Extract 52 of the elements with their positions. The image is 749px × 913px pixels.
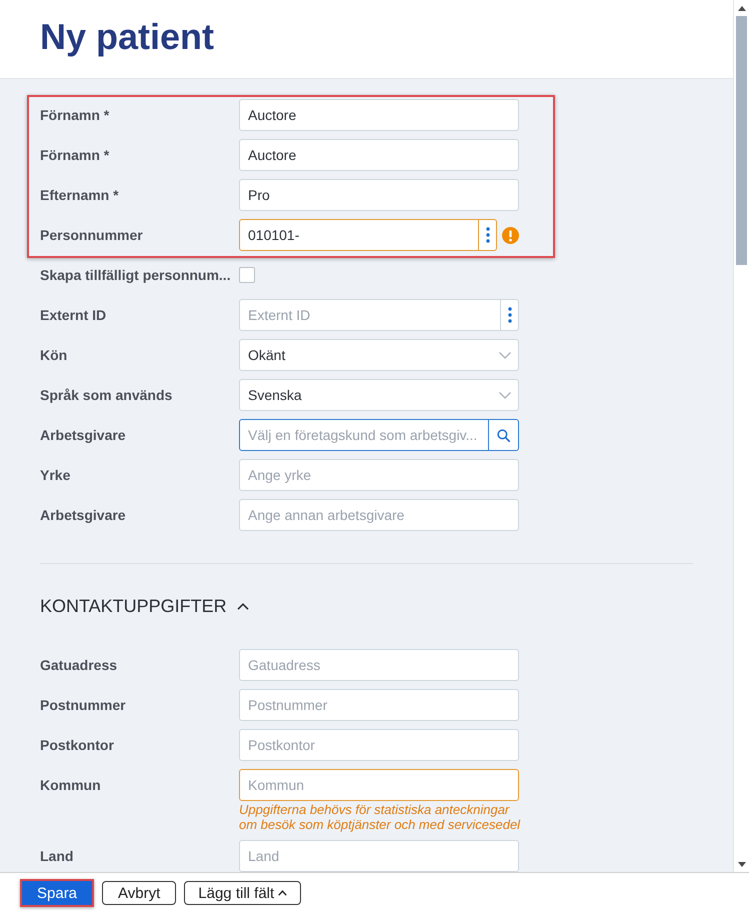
footer-button[interactable]: Lägg till fält <box>184 881 302 905</box>
text-field[interactable]: Land <box>239 840 519 872</box>
field-label: Postkontor <box>40 736 114 754</box>
text-field[interactable]: Ange annan arbetsgivare <box>239 499 519 531</box>
scroll-up-arrow-icon[interactable] <box>738 6 746 10</box>
section-heading: KONTAKTUPPGIFTER <box>40 595 227 618</box>
footer-button[interactable]: Spara <box>20 879 94 907</box>
field-label: Efternamn * <box>40 186 119 204</box>
kebab-icon <box>508 307 512 323</box>
search-button[interactable] <box>489 419 519 451</box>
text-field[interactable]: Pro <box>239 179 519 211</box>
kebab-icon <box>486 227 490 243</box>
chevron-down-icon <box>499 392 511 398</box>
footer-button[interactable]: Avbryt <box>102 881 176 905</box>
chevron-down-icon <box>499 352 511 358</box>
field-label: Postnummer <box>40 696 126 714</box>
text-field[interactable]: Postkontor <box>239 729 519 761</box>
search-field[interactable]: Välj en företagskund som arbetsgiv... <box>239 419 489 451</box>
text-field[interactable]: Gatuadress <box>239 649 519 681</box>
field-label: Kommun <box>40 776 101 794</box>
warning-icon <box>502 226 519 244</box>
text-field[interactable]: Auctore <box>239 99 519 131</box>
text-field[interactable]: Externt ID <box>239 299 501 331</box>
field-label: Förnamn * <box>40 146 110 164</box>
field-label: Språk som används <box>40 386 172 405</box>
text-field[interactable]: Kommun <box>239 769 519 801</box>
text-field[interactable]: Ange yrke <box>239 459 519 491</box>
hint-text: Uppgifterna behövs för statistiska anteckningar om besök som köptjänster och med servicesedel <box>239 802 522 832</box>
scrollbar-thumb[interactable] <box>736 16 747 265</box>
scroll-down-arrow-icon[interactable] <box>738 862 746 866</box>
field-label: Skapa tillfälligt personnum... <box>40 266 231 285</box>
more-options-button[interactable] <box>479 219 497 251</box>
dropdown[interactable]: Okänt <box>239 339 519 371</box>
checkbox[interactable] <box>239 267 255 283</box>
field-label: Kön <box>40 346 68 364</box>
field-label: Externt ID <box>40 306 106 324</box>
field-label: Yrke <box>40 466 70 484</box>
field-label: Personnummer <box>40 226 143 244</box>
dropdown[interactable]: Svenska <box>239 379 519 411</box>
field-label: Gatuadress <box>40 656 118 674</box>
caret-up-icon <box>278 890 288 896</box>
chevron-up-icon[interactable] <box>236 602 249 610</box>
field-label: Förnamn * <box>40 106 110 124</box>
text-field[interactable]: Auctore <box>239 139 519 171</box>
text-field[interactable]: 010101- <box>239 219 479 251</box>
field-label: Arbetsgivare <box>40 426 126 445</box>
page-title: Ny patient <box>40 15 214 59</box>
more-options-button[interactable] <box>501 299 519 331</box>
search-icon <box>497 428 510 442</box>
field-label: Land <box>40 846 74 866</box>
text-field[interactable]: Postnummer <box>239 689 519 721</box>
field-label: Arbetsgivare <box>40 506 126 525</box>
